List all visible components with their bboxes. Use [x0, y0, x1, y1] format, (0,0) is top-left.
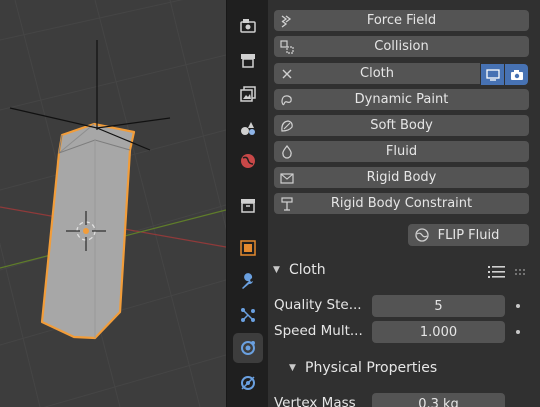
- world-icon[interactable]: [233, 146, 263, 176]
- properties-tab-bar: [226, 0, 268, 407]
- rigid-body-constraint-icon: [278, 195, 296, 212]
- quality-steps-row: Quality Ste... 5: [268, 295, 540, 317]
- tool-icon[interactable]: [233, 11, 263, 41]
- vertex-mass-row: Vertex Mass 0.3 kg: [268, 393, 540, 407]
- cloth-panel-title: Cloth: [289, 262, 326, 278]
- physical-properties-title: Physical Properties: [305, 360, 438, 376]
- render-icon[interactable]: [233, 45, 263, 75]
- fluid-button[interactable]: Fluid: [274, 141, 529, 162]
- speed-multiplier-field[interactable]: 1.000: [372, 321, 505, 343]
- chevron-down-icon[interactable]: ▼: [273, 265, 280, 275]
- show-in-render-toggle[interactable]: [505, 64, 528, 85]
- force-field-icon: [278, 12, 296, 29]
- flip-fluid-icon: [414, 227, 430, 247]
- drag-handle-icon[interactable]: [514, 264, 528, 283]
- cloth-button[interactable]: Cloth: [274, 63, 480, 84]
- quality-steps-label: Quality Ste...: [274, 297, 362, 313]
- force-field-label: Force Field: [366, 13, 437, 28]
- vertex-mass-label: Vertex Mass: [274, 395, 356, 407]
- close-x-icon[interactable]: [278, 65, 296, 82]
- rigid-body-constraint-button[interactable]: Rigid Body Constraint: [274, 193, 529, 214]
- flip-fluid-label: FLIP Fluid: [437, 227, 500, 243]
- collision-label: Collision: [374, 39, 429, 54]
- collision-icon: [278, 38, 296, 55]
- flip-fluid-button[interactable]: FLIP Fluid: [408, 224, 529, 246]
- presets-list-icon[interactable]: [488, 264, 506, 283]
- speed-multiplier-label: Speed Mult...: [274, 323, 363, 339]
- soft-body-icon: [278, 117, 296, 134]
- vertex-mass-field[interactable]: 0.3 kg: [372, 393, 505, 407]
- rigid-body-icon: [278, 169, 296, 186]
- 3d-viewport[interactable]: [0, 0, 226, 407]
- rigid-body-button[interactable]: Rigid Body: [274, 167, 529, 188]
- constraints-icon[interactable]: [233, 368, 263, 398]
- fluid-label: Fluid: [385, 144, 418, 159]
- rigid-body-label: Rigid Body: [366, 170, 437, 185]
- rigid-body-constraint-label: Rigid Body Constraint: [330, 196, 473, 211]
- quality-steps-field[interactable]: 5: [372, 295, 505, 317]
- keyframe-dot-icon[interactable]: [516, 330, 520, 334]
- modifier-wrench-icon[interactable]: [233, 267, 263, 297]
- soft-body-label: Soft Body: [370, 118, 433, 133]
- camera-icon: [510, 69, 523, 80]
- soft-body-button[interactable]: Soft Body: [274, 115, 529, 136]
- cloth-panel-header[interactable]: ▼ Cloth: [268, 258, 540, 284]
- scene-icon[interactable]: [233, 113, 263, 143]
- force-field-button[interactable]: Force Field: [274, 10, 529, 31]
- monitor-icon: [485, 68, 500, 81]
- physics-icon[interactable]: [233, 333, 263, 363]
- dynamic-paint-icon: [278, 91, 296, 108]
- dynamic-paint-label: Dynamic Paint: [354, 92, 449, 107]
- physical-properties-header[interactable]: ▼ Physical Properties: [268, 357, 540, 381]
- fluid-drop-icon: [278, 143, 296, 160]
- chevron-down-icon[interactable]: ▼: [289, 363, 296, 373]
- speed-multiplier-row: Speed Mult... 1.000: [268, 321, 540, 343]
- properties-panel: Force Field Collision Cloth Dynamic Pain…: [268, 0, 540, 407]
- particles-icon[interactable]: [233, 300, 263, 330]
- collision-button[interactable]: Collision: [274, 36, 529, 57]
- keyframe-dot-icon[interactable]: [516, 304, 520, 308]
- cloth-label: Cloth: [360, 66, 394, 81]
- show-in-viewport-toggle[interactable]: [481, 64, 504, 85]
- object-icon[interactable]: [233, 233, 263, 263]
- collection-icon[interactable]: [233, 190, 263, 220]
- output-icon[interactable]: [233, 79, 263, 109]
- viewport-canvas[interactable]: [0, 0, 226, 407]
- dynamic-paint-button[interactable]: Dynamic Paint: [274, 89, 529, 110]
